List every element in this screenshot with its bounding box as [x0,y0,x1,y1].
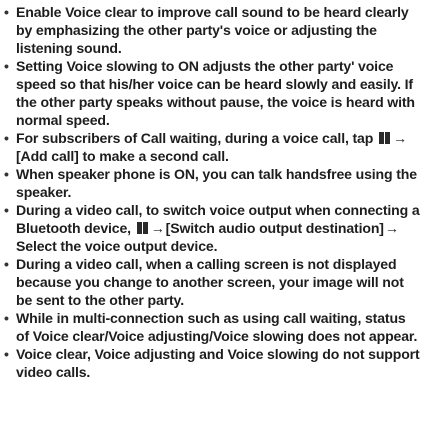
note-text: While in multi-connection such as using … [16,310,418,344]
notes-list: • Enable Voice clear to improve call sou… [4,3,421,381]
note-text: During a video call, when a calling scre… [16,256,404,308]
menu-key-icon [136,221,149,235]
arrow-icon: → [384,220,399,236]
bullet-icon: • [4,256,9,272]
note-text: Voice clear, Voice adjusting and Voice s… [16,346,420,380]
note-text: Select the voice output device. [16,238,218,254]
note-text: For subscribers of Call waiting, during … [16,130,374,146]
note-call-waiting: • For subscribers of Call waiting, durin… [4,129,421,165]
note-text: [Switch audio output destination] [165,220,384,236]
note-speaker-phone: • When speaker phone is ON, you can talk… [4,165,421,201]
arrow-icon: → [392,130,407,146]
note-video-unsupported: • Voice clear, Voice adjusting and Voice… [4,345,421,381]
note-video-call-screen: • During a video call, when a calling sc… [4,255,421,309]
bullet-icon: • [4,346,9,362]
note-voice-slowing: • Setting Voice slowing to ON adjusts th… [4,57,421,129]
note-text: Setting Voice slowing to ON adjusts the … [16,58,415,128]
note-multi-connection: • While in multi-connection such as usin… [4,309,421,345]
note-text: Enable Voice clear to improve call sound… [16,4,409,56]
bullet-icon: • [4,58,9,74]
bullet-icon: • [4,166,9,182]
note-video-call-audio: • During a video call, to switch voice o… [4,201,421,255]
bullet-icon: • [4,130,9,146]
bullet-icon: • [4,4,9,20]
bullet-icon: • [4,310,9,326]
menu-key-icon [378,131,391,145]
note-text: When speaker phone is ON, you can talk h… [16,166,417,200]
note-voice-clear: • Enable Voice clear to improve call sou… [4,3,421,57]
note-text: [Add call] to make a second call. [16,148,229,164]
bullet-icon: • [4,202,9,218]
arrow-icon: → [150,220,165,236]
notes-page: • Enable Voice clear to improve call sou… [0,0,425,431]
